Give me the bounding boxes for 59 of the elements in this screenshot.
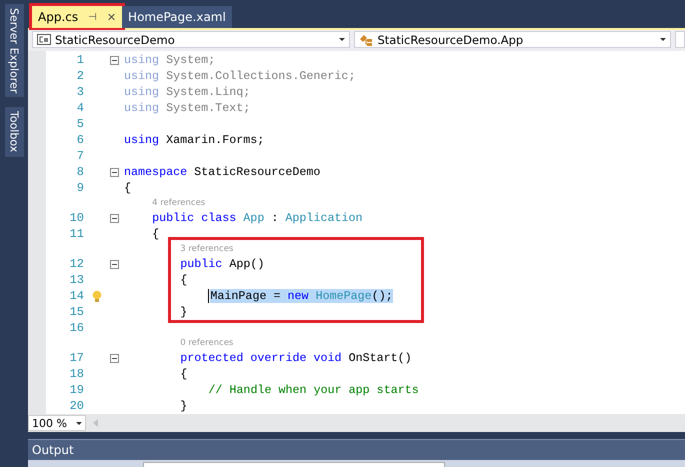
line-number: 17 — [68, 351, 84, 365]
project-dropdown[interactable]: StaticResourceDemo — [32, 31, 350, 48]
class-icon — [359, 34, 374, 46]
code-line: { — [152, 227, 160, 241]
line-number: 8 — [76, 165, 84, 179]
close-icon[interactable]: ✕ — [106, 10, 116, 24]
zoom-dropdown[interactable]: 100 % — [28, 415, 86, 431]
code-line: } — [180, 399, 188, 413]
line-number: 19 — [68, 383, 84, 397]
collapse-icon[interactable] — [110, 354, 119, 362]
line-number: 7 — [76, 149, 84, 163]
line-number: 18 — [68, 367, 84, 381]
code-line: using System.Text; — [124, 101, 250, 115]
line-number: 11 — [68, 227, 84, 241]
code-line: { — [124, 181, 132, 195]
code-line: namespace StaticResourceDemo — [124, 165, 320, 179]
tab-label: HomePage.xaml — [128, 10, 226, 24]
caret-icon — [660, 38, 666, 41]
line-number: 1 — [76, 53, 84, 67]
code-line: public class App : Application — [152, 211, 363, 225]
caret-icon — [76, 422, 82, 424]
caret-icon — [339, 38, 346, 41]
line-number: 3 — [76, 85, 84, 99]
code-line: using Xamarin.Forms; — [124, 133, 264, 147]
line-number: 5 — [76, 117, 84, 131]
document-tab[interactable]: HomePage.xaml — [122, 6, 232, 28]
line-number: 14 — [68, 289, 84, 303]
line-number: 12 — [68, 257, 84, 271]
line-number: 6 — [76, 133, 84, 147]
collapse-icon[interactable] — [110, 56, 119, 64]
code-line: { — [180, 273, 188, 287]
code-line: public App() — [180, 257, 264, 271]
code-line: // Handle when your app starts — [208, 383, 419, 397]
sidebar-tab[interactable]: Server Explorer — [4, 4, 24, 98]
code-line: using System; — [124, 53, 216, 67]
line-number: 20 — [68, 399, 84, 413]
member-dropdown[interactable]: StaticResourceDemo.App — [354, 31, 671, 48]
document-tab[interactable]: App.cs ⊣ ✕ — [32, 6, 122, 28]
pin-icon[interactable]: ⊣ — [88, 12, 97, 22]
line-number: 4 — [76, 101, 84, 115]
code-line: } — [180, 305, 188, 319]
collapse-icon[interactable] — [110, 214, 119, 222]
csharp-file-icon — [37, 34, 51, 45]
code-line: protected override void OnStart() — [180, 351, 412, 365]
line-number: 15 — [68, 305, 84, 319]
text-cursor — [208, 289, 210, 303]
code-line: { — [180, 367, 188, 381]
line-number: 2 — [76, 69, 84, 83]
collapse-icon[interactable] — [110, 260, 119, 268]
panel-title: Output — [32, 443, 74, 457]
code-line: using System.Collections.Generic; — [124, 69, 356, 83]
line-number: 13 — [68, 273, 84, 287]
code-line: using System.Linq; — [124, 85, 250, 99]
sidebar-tab[interactable]: Toolbox — [4, 107, 24, 157]
tab-label: App.cs — [38, 10, 78, 24]
line-number: 10 — [68, 211, 84, 225]
collapse-icon[interactable] — [110, 168, 119, 176]
line-number: 16 — [68, 321, 84, 335]
line-number: 9 — [76, 181, 84, 195]
